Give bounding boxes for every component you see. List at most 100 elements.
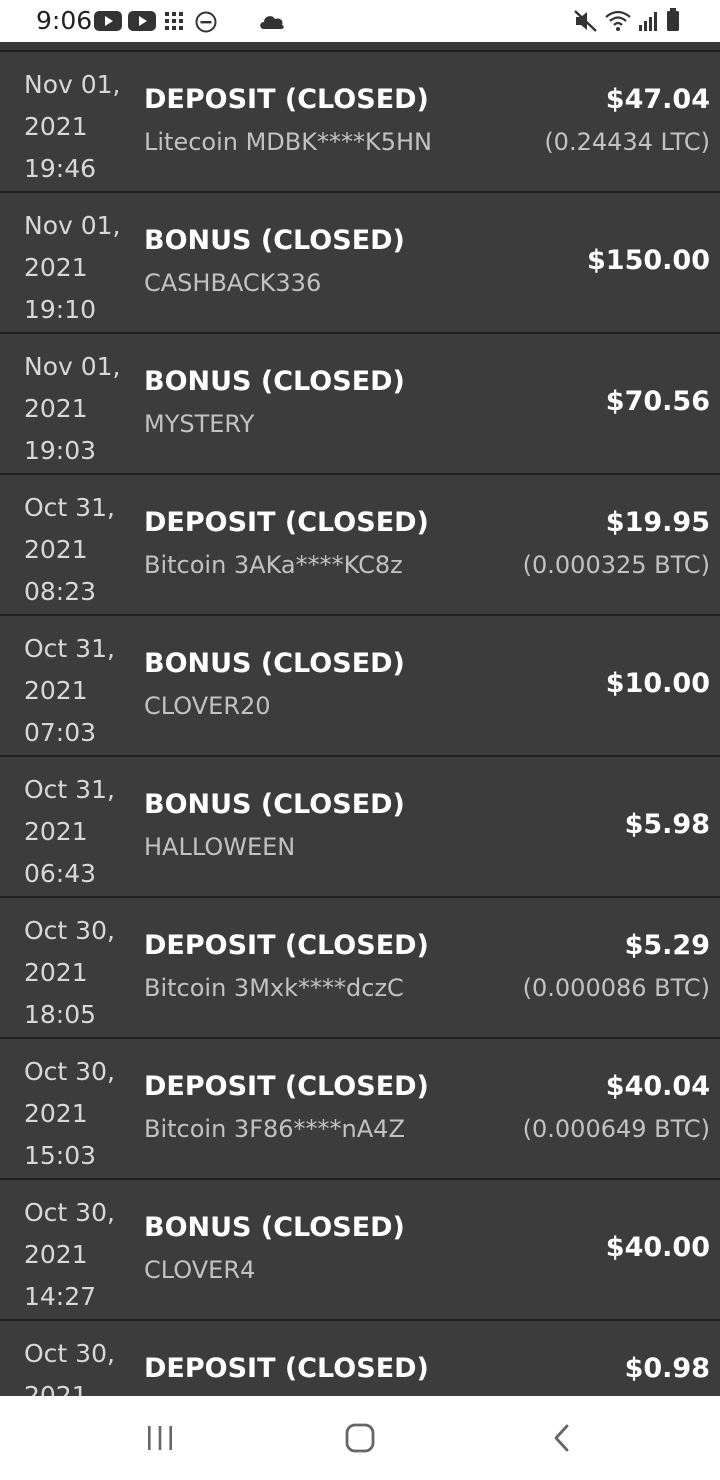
date-day: Nov 01, bbox=[24, 211, 121, 240]
date-day: Oct 30, bbox=[24, 916, 115, 945]
date-day: Oct 30, bbox=[24, 1339, 115, 1368]
date-year: 2021 bbox=[24, 676, 88, 705]
youtube-icon bbox=[128, 11, 156, 31]
transaction-detail: MYSTERY bbox=[144, 410, 255, 438]
home-button[interactable] bbox=[330, 1418, 390, 1458]
transaction-row[interactable]: Oct 31, 2021 07:03 BONUS (CLOSED) CLOVER… bbox=[0, 616, 720, 757]
date-day: Oct 30, bbox=[24, 1057, 115, 1086]
date-time: 19:03 bbox=[24, 436, 97, 465]
mute-icon bbox=[574, 10, 597, 32]
date-year: 2021 bbox=[24, 1099, 88, 1128]
transaction-amount: $5.98 bbox=[624, 809, 710, 840]
back-button[interactable] bbox=[532, 1418, 592, 1458]
transaction-row[interactable]: Oct 31, 2021 06:43 BONUS (CLOSED) HALLOW… bbox=[0, 757, 720, 898]
date-day: Nov 01, bbox=[24, 352, 121, 381]
date-time: 15:03 bbox=[24, 1141, 97, 1170]
transaction-crypto-amount: (0.000649 BTC) bbox=[522, 1115, 710, 1143]
transaction-type: DEPOSIT (CLOSED) bbox=[144, 84, 429, 115]
signal-icon bbox=[639, 12, 657, 31]
wifi-icon bbox=[605, 10, 631, 31]
transaction-date: Oct 31, 2021 06:43 bbox=[24, 769, 134, 895]
date-year: 2021 bbox=[24, 1381, 88, 1396]
transaction-detail: Bitcoin 3Mxk****dczC bbox=[144, 974, 404, 1002]
date-time: 18:05 bbox=[24, 1000, 97, 1029]
transaction-date: Oct 30, 2021 15:03 bbox=[24, 1051, 134, 1177]
date-day: Oct 30, bbox=[24, 1198, 115, 1227]
date-year: 2021 bbox=[24, 958, 88, 987]
app-grid-icon bbox=[165, 12, 183, 30]
status-bar: 9:06 bbox=[0, 0, 720, 42]
back-icon bbox=[554, 1424, 569, 1452]
transaction-detail: Bitcoin 3AKa****KC8z bbox=[144, 551, 403, 579]
battery-icon bbox=[667, 8, 679, 31]
transaction-date: Nov 01, 2021 19:10 bbox=[24, 205, 134, 331]
transaction-row[interactable]: Oct 30, 2021 14:27 BONUS (CLOSED) CLOVER… bbox=[0, 1180, 720, 1321]
date-year: 2021 bbox=[24, 817, 88, 846]
transaction-detail: CASHBACK336 bbox=[144, 269, 322, 297]
transaction-date: Nov 01, 2021 19:03 bbox=[24, 346, 134, 472]
date-time: 19:10 bbox=[24, 295, 97, 324]
transaction-crypto-amount: (0.000086 BTC) bbox=[522, 974, 710, 1002]
date-time: 07:03 bbox=[24, 718, 97, 747]
transaction-amount: $19.95 bbox=[605, 507, 710, 538]
recent-apps-icon bbox=[148, 1426, 172, 1450]
date-time: 19:46 bbox=[24, 154, 97, 183]
transaction-date: Oct 30, 2021 18:05 bbox=[24, 910, 134, 1036]
transaction-crypto-amount: (0.24434 LTC) bbox=[544, 128, 710, 156]
status-time: 9:06 bbox=[36, 6, 93, 35]
date-year: 2021 bbox=[24, 253, 88, 282]
list-top-edge bbox=[0, 42, 720, 52]
transaction-amount: $40.00 bbox=[605, 1232, 710, 1263]
date-year: 2021 bbox=[24, 394, 88, 423]
transaction-type: DEPOSIT (CLOSED) bbox=[144, 507, 429, 538]
navigation-bar bbox=[0, 1396, 720, 1480]
transaction-row[interactable]: Oct 30, 2021 18:05 DEPOSIT (CLOSED) Bitc… bbox=[0, 898, 720, 1039]
transaction-detail: CLOVER20 bbox=[144, 692, 271, 720]
transaction-row[interactable]: Oct 31, 2021 08:23 DEPOSIT (CLOSED) Bitc… bbox=[0, 475, 720, 616]
transaction-type: DEPOSIT (CLOSED) bbox=[144, 1353, 429, 1384]
transaction-row[interactable]: Nov 01, 2021 19:10 BONUS (CLOSED) CASHBA… bbox=[0, 193, 720, 334]
transaction-detail: HALLOWEEN bbox=[144, 833, 296, 861]
transaction-type: BONUS (CLOSED) bbox=[144, 225, 405, 256]
cloud-icon bbox=[260, 16, 284, 29]
date-day: Oct 31, bbox=[24, 493, 115, 522]
date-year: 2021 bbox=[24, 112, 88, 141]
transaction-type: BONUS (CLOSED) bbox=[144, 648, 405, 679]
transaction-row[interactable]: Oct 30, 2021 DEPOSIT (CLOSED) $0.98 bbox=[0, 1321, 720, 1396]
transaction-amount: $70.56 bbox=[605, 386, 710, 417]
transaction-amount: $40.04 bbox=[605, 1071, 710, 1102]
transaction-amount: $5.29 bbox=[624, 930, 710, 961]
do-not-disturb-icon bbox=[195, 11, 217, 33]
home-icon bbox=[345, 1423, 375, 1453]
transaction-detail: CLOVER4 bbox=[144, 1256, 256, 1284]
date-day: Oct 31, bbox=[24, 634, 115, 663]
transaction-type: BONUS (CLOSED) bbox=[144, 789, 405, 820]
transaction-date: Oct 30, 2021 bbox=[24, 1333, 134, 1396]
recent-apps-button[interactable] bbox=[130, 1418, 190, 1458]
transaction-date: Nov 01, 2021 19:46 bbox=[24, 64, 134, 190]
transaction-amount: $10.00 bbox=[605, 668, 710, 699]
transaction-type: BONUS (CLOSED) bbox=[144, 366, 405, 397]
date-time: 08:23 bbox=[24, 577, 97, 606]
transaction-crypto-amount: (0.000325 BTC) bbox=[522, 551, 710, 579]
transaction-date: Oct 31, 2021 07:03 bbox=[24, 628, 134, 754]
date-year: 2021 bbox=[24, 535, 88, 564]
transaction-date: Oct 30, 2021 14:27 bbox=[24, 1192, 134, 1318]
transaction-list[interactable]: Nov 01, 2021 19:46 DEPOSIT (CLOSED) Lite… bbox=[0, 42, 720, 1396]
transaction-row[interactable]: Nov 01, 2021 19:46 DEPOSIT (CLOSED) Lite… bbox=[0, 52, 720, 193]
transaction-detail: Bitcoin 3F86****nA4Z bbox=[144, 1115, 405, 1143]
transaction-type: DEPOSIT (CLOSED) bbox=[144, 930, 429, 961]
date-day: Oct 31, bbox=[24, 775, 115, 804]
transaction-detail: Litecoin MDBK****K5HN bbox=[144, 128, 432, 156]
transaction-row[interactable]: Oct 30, 2021 15:03 DEPOSIT (CLOSED) Bitc… bbox=[0, 1039, 720, 1180]
transaction-date: Oct 31, 2021 08:23 bbox=[24, 487, 134, 613]
youtube-icon bbox=[94, 11, 122, 31]
date-time: 14:27 bbox=[24, 1282, 97, 1311]
date-time: 06:43 bbox=[24, 859, 97, 888]
transaction-amount: $150.00 bbox=[587, 245, 710, 276]
transaction-amount: $0.98 bbox=[624, 1353, 710, 1384]
transaction-type: BONUS (CLOSED) bbox=[144, 1212, 405, 1243]
date-year: 2021 bbox=[24, 1240, 88, 1269]
transaction-row[interactable]: Nov 01, 2021 19:03 BONUS (CLOSED) MYSTER… bbox=[0, 334, 720, 475]
transaction-amount: $47.04 bbox=[605, 84, 710, 115]
